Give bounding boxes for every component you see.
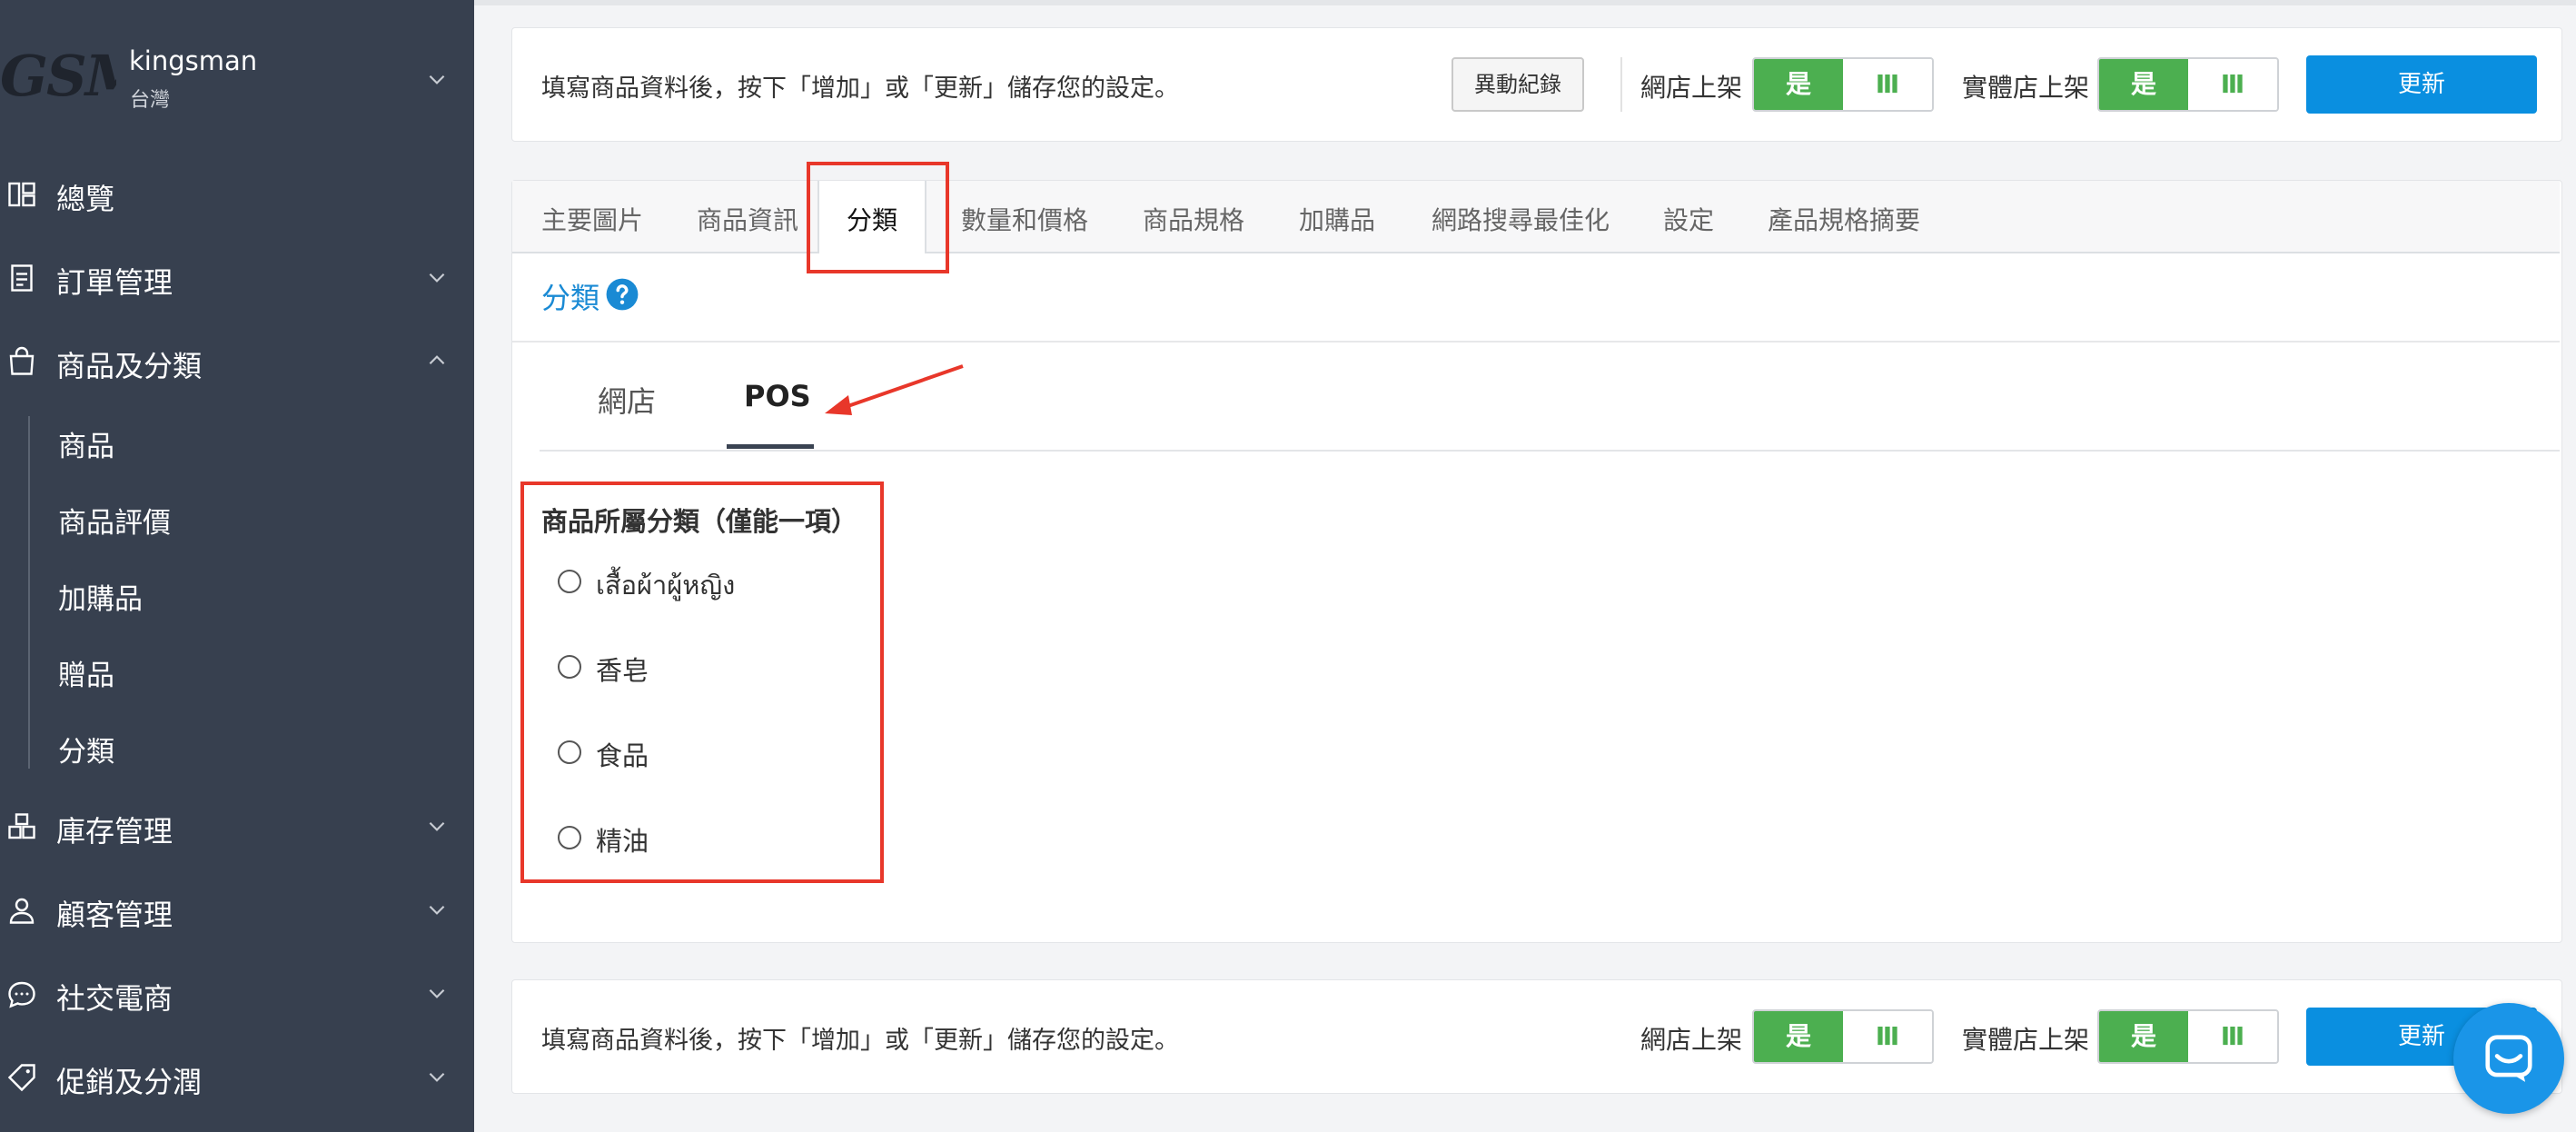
toggle-yes[interactable]: 是 [2099, 1011, 2188, 1062]
user-icon [5, 894, 38, 927]
chevron-down-icon [425, 814, 449, 838]
radio-button[interactable] [558, 740, 581, 764]
toggle-no[interactable]: Ⅲ [2188, 59, 2277, 110]
store-logo: GSM [0, 44, 116, 109]
store-region: 台灣 [130, 89, 171, 112]
tab-settings[interactable]: 設定 [1663, 201, 1714, 237]
tag-icon [5, 1061, 38, 1094]
tab-categories[interactable]: 分類 [817, 181, 926, 253]
sidebar-item-label: 庫存管理 [56, 814, 173, 849]
chat-icon [5, 978, 38, 1010]
arrow-icon [817, 359, 972, 422]
shopping-bag-icon [5, 345, 38, 378]
tab-addons[interactable]: 加購品 [1299, 201, 1375, 237]
sidebar-item-label: 促銷及分潤 [56, 1065, 203, 1099]
sidebar-item-products[interactable]: 商品及分類 [0, 327, 474, 392]
sidebar-subitem-categories[interactable]: 分類 [58, 729, 114, 770]
sidebar-item-orders[interactable]: 訂單管理 [0, 243, 474, 309]
messenger-icon [2485, 1035, 2532, 1082]
active-subtab-indicator [727, 444, 814, 449]
chevron-up-icon [425, 349, 449, 372]
option-label: เสื้อผ้าผู้หญิง [596, 570, 736, 601]
change-log-button[interactable]: 異動紀錄 [1451, 57, 1584, 112]
sidebar-subitem-reviews[interactable]: 商品評價 [58, 500, 171, 541]
toggle-no[interactable]: Ⅲ [1843, 1011, 1932, 1062]
option-label: 精油 [596, 826, 649, 857]
subnav-guide [28, 416, 30, 769]
tab-product-info[interactable]: 商品資訊 [697, 201, 798, 237]
radio-button[interactable] [558, 655, 581, 679]
product-edit-card: 主要圖片 商品資訊 分類 數量和價格 商品規格 加購品 網路搜尋最佳化 設定 產… [511, 180, 2562, 943]
online-store-toggle[interactable]: 是 Ⅲ [1752, 1009, 1934, 1064]
category-group-title: 商品所屬分類（僅能一項） [541, 506, 858, 537]
physical-store-toggle[interactable]: 是 Ⅲ [2097, 57, 2279, 112]
option-label: 香皂 [596, 655, 649, 686]
subtab-online-store[interactable]: 網店 [598, 379, 656, 421]
sidebar-item-label: 顧客管理 [56, 898, 173, 932]
toggle-no[interactable]: Ⅲ [2188, 1011, 2277, 1062]
tab-main-images[interactable]: 主要圖片 [541, 201, 643, 237]
dashboard-icon [5, 178, 38, 211]
sidebar-item-label: 總覽 [56, 182, 115, 216]
physical-store-label: 實體店上架 [1962, 73, 2090, 103]
messenger-launcher[interactable] [2453, 1003, 2564, 1114]
sidebar-item-promotions[interactable]: 促銷及分潤 [0, 1043, 474, 1108]
toggle-yes[interactable]: 是 [1754, 1011, 1843, 1062]
subtab-pos[interactable]: POS [744, 379, 811, 413]
physical-store-toggle[interactable]: 是 Ⅲ [2097, 1009, 2279, 1064]
sidebar-subitem-gifts[interactable]: 贈品 [58, 652, 114, 693]
tab-spec-summary[interactable]: 產品規格摘要 [1768, 201, 1920, 237]
tab-specs[interactable]: 商品規格 [1143, 201, 1244, 237]
sidebar-item-inventory[interactable]: 庫存管理 [0, 792, 474, 858]
sidebar-item-label: 訂單管理 [56, 265, 173, 300]
chevron-down-icon [425, 898, 449, 921]
store-name: kingsman [129, 45, 258, 76]
online-store-label: 網店上架 [1640, 73, 1743, 103]
radio-button[interactable] [558, 826, 581, 849]
option-label: 食品 [596, 740, 649, 771]
chevron-down-icon [425, 265, 449, 289]
subtab-divider [540, 450, 2560, 452]
store-switcher[interactable]: GSM kingsman 台灣 [0, 27, 474, 127]
bottom-action-bar: 填寫商品資料後，按下「增加」或「更新」儲存您的設定。 網店上架 是 Ⅲ 實體店上… [511, 979, 2562, 1094]
save-hint: 填寫商品資料後，按下「增加」或「更新」儲存您的設定。 [541, 74, 1179, 103]
section-title: 分類 [541, 281, 600, 315]
update-button[interactable]: 更新 [2306, 55, 2537, 114]
toggle-yes[interactable]: 是 [1754, 59, 1843, 110]
top-edge [474, 0, 2576, 5]
sidebar-subitem-products[interactable]: 商品 [58, 423, 114, 464]
sidebar-item-overview[interactable]: 總覽 [0, 160, 474, 225]
online-store-label: 網店上架 [1640, 1025, 1743, 1055]
sidebar-subitem-addons[interactable]: 加購品 [58, 576, 143, 617]
tab-label: 分類 [846, 205, 897, 235]
tab-quantity-price[interactable]: 數量和價格 [961, 201, 1088, 237]
chevron-down-icon [425, 1065, 449, 1088]
section-divider [512, 341, 2560, 343]
physical-store-label: 實體店上架 [1962, 1025, 2090, 1055]
question-circle-icon[interactable] [605, 277, 639, 312]
boxes-icon [5, 810, 38, 843]
sidebar: GSM kingsman 台灣 總覽 訂單管理 商品及分類 商品 商品評價 加購… [0, 0, 474, 1132]
divider [1620, 57, 1622, 112]
clipboard-icon [5, 262, 38, 294]
tab-bar: 主要圖片 商品資訊 分類 數量和價格 商品規格 加購品 網路搜尋最佳化 設定 產… [512, 181, 2560, 253]
toggle-yes[interactable]: 是 [2099, 59, 2188, 110]
sidebar-item-label: 商品及分類 [56, 349, 203, 383]
toggle-no[interactable]: Ⅲ [1843, 59, 1932, 110]
tab-seo[interactable]: 網路搜尋最佳化 [1432, 201, 1610, 237]
save-hint: 填寫商品資料後，按下「增加」或「更新」儲存您的設定。 [541, 1027, 1179, 1055]
top-action-bar: 填寫商品資料後，按下「增加」或「更新」儲存您的設定。 異動紀錄 網店上架 是 Ⅲ… [511, 27, 2562, 142]
sidebar-item-customers[interactable]: 顧客管理 [0, 876, 474, 941]
sidebar-item-label: 社交電商 [56, 981, 173, 1016]
chevron-down-icon [425, 981, 449, 1005]
chevron-down-icon [425, 67, 449, 91]
online-store-toggle[interactable]: 是 Ⅲ [1752, 57, 1934, 112]
sidebar-item-social[interactable]: 社交電商 [0, 959, 474, 1025]
radio-button[interactable] [558, 570, 581, 593]
